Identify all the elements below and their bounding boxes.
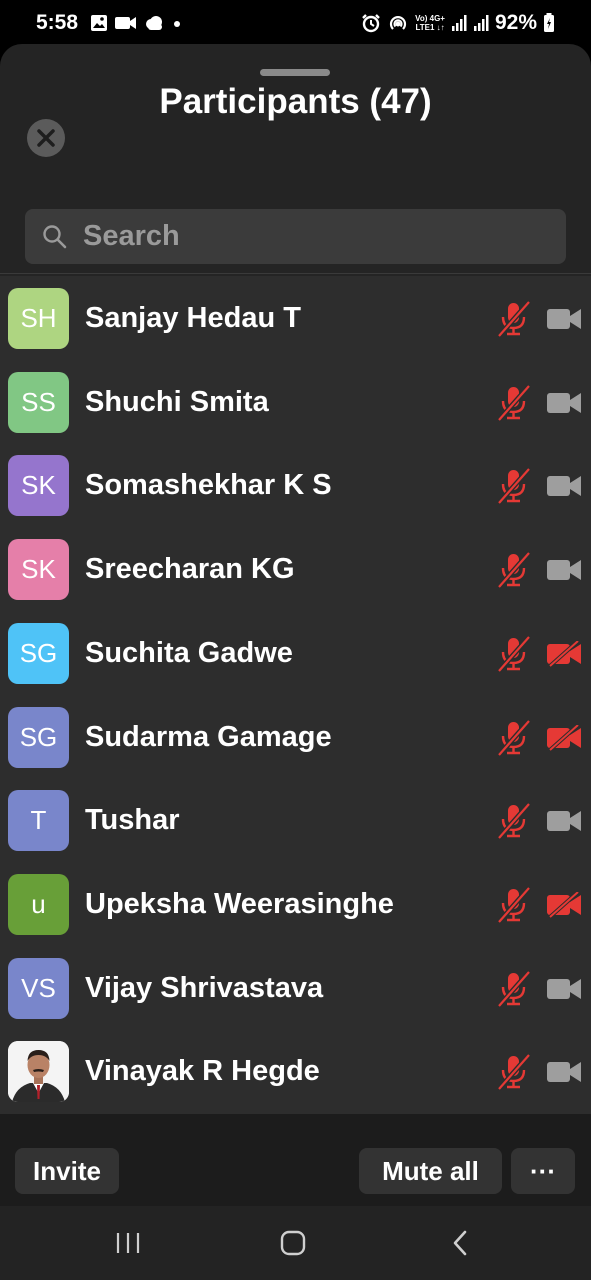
search-box[interactable] [25, 209, 566, 264]
battery-icon [544, 13, 554, 32]
close-button[interactable] [27, 119, 65, 157]
avatar: SK [8, 455, 69, 517]
participant-row[interactable]: u Upeksha Weerasinghe [0, 862, 591, 945]
video-icon [546, 976, 582, 1007]
drag-handle[interactable] [260, 69, 330, 76]
back-button[interactable] [440, 1228, 480, 1258]
participant-name: Vinayak R Hegde [85, 1055, 320, 1088]
weather-icon [146, 16, 162, 30]
muted-mic-icon [496, 300, 532, 343]
video-icon [546, 808, 582, 839]
video-icon [546, 1059, 582, 1090]
avatar: SK [8, 539, 69, 601]
muted-mic-icon [496, 886, 532, 929]
muted-mic-icon [496, 969, 532, 1013]
participant-name: Tushar [85, 804, 180, 837]
video-icon [546, 557, 582, 588]
avatar: u [8, 873, 69, 935]
participant-row[interactable]: SK Sreecharan KG [0, 527, 591, 610]
notification-icons [90, 14, 184, 32]
participant-row[interactable]: SK Somashekhar K S [0, 443, 591, 526]
avatar: SS [8, 371, 69, 433]
avatar: SG [8, 706, 69, 768]
video-off-icon [546, 890, 582, 923]
close-icon [37, 129, 55, 147]
home-button[interactable] [273, 1228, 313, 1258]
status-bar: 5:58 Vo) 4G+ LTE1 ↓↑ 92% [0, 0, 591, 44]
video-icon [546, 473, 582, 504]
dot-icon [174, 21, 180, 27]
muted-mic-icon [496, 384, 532, 427]
avatar: SH [8, 288, 69, 349]
participant-row[interactable]: SH Sanjay Hedau T [0, 276, 591, 359]
home-icon [280, 1230, 306, 1256]
page-title: Participants (47) [159, 82, 432, 121]
participant-name: Sreecharan KG [85, 553, 295, 586]
participant-name: Somashekhar K S [85, 469, 332, 502]
muted-mic-icon [496, 802, 532, 845]
participant-row[interactable]: SG Suchita Gadwe [0, 611, 591, 694]
search-input[interactable] [83, 209, 543, 264]
video-icon [546, 390, 582, 421]
more-options-button[interactable]: ··· [511, 1148, 575, 1194]
avatar: VS [8, 957, 69, 1019]
muted-mic-icon [496, 551, 532, 594]
muted-mic-icon [496, 635, 532, 678]
video-off-icon [546, 639, 582, 672]
participant-row[interactable]: SS Shuchi Smita [0, 360, 591, 443]
battery-percent: 92% [494, 11, 537, 34]
participant-name: Shuchi Smita [85, 385, 269, 418]
status-time: 5:58 [36, 11, 79, 34]
system-nav-bar [0, 1206, 591, 1280]
divider [0, 273, 591, 274]
invite-button[interactable]: Invite [15, 1148, 119, 1194]
search-icon [43, 225, 67, 249]
participant-name: Upeksha Weerasinghe [85, 887, 394, 920]
mute-all-button[interactable]: Mute all [359, 1148, 502, 1194]
participant-row[interactable]: Vinayak R Hegde [0, 1029, 591, 1112]
signal-icon-1 [451, 15, 467, 31]
participants-sheet: Participants (47) SH Sanjay Hedau T SS Shuc… [0, 44, 591, 1206]
hotspot-icon [390, 16, 407, 30]
network-line-1: Vo) 4G+ [415, 14, 445, 23]
participant-name: Sudarma Gamage [85, 720, 332, 753]
muted-mic-icon [496, 1053, 532, 1096]
video-notification-icon [115, 17, 136, 29]
network-line-2: LTE1 ↓↑ [415, 23, 445, 32]
participant-row[interactable]: SG Sudarma Gamage [0, 695, 591, 778]
participant-row[interactable]: VS Vijay Shrivastava [0, 946, 591, 1029]
participant-list: SH Sanjay Hedau T SS Shuchi Smita SK Somashek… [0, 276, 591, 1114]
back-icon [453, 1230, 467, 1256]
participant-row[interactable]: T Tushar [0, 778, 591, 861]
avatar: SG [8, 622, 69, 684]
avatar: T [8, 790, 69, 852]
recents-button[interactable] [108, 1228, 148, 1258]
recents-icon [116, 1233, 140, 1253]
network-indicator: Vo) 4G+ LTE1 ↓↑ [415, 14, 445, 32]
participant-name: Sanjay Hedau T [85, 302, 301, 334]
action-bar: Invite Mute all ··· [0, 1114, 591, 1206]
alarm-icon [362, 14, 380, 33]
signal-icon-2 [473, 15, 489, 31]
muted-mic-icon [496, 467, 532, 510]
avatar-photo [8, 1041, 69, 1103]
muted-mic-icon [496, 718, 532, 762]
system-icons: Vo) 4G+ LTE1 ↓↑ 92% [361, 11, 555, 35]
video-icon [546, 306, 582, 337]
participant-name: Vijay Shrivastava [85, 971, 324, 1004]
video-off-icon [546, 723, 582, 756]
participant-name: Suchita Gadwe [85, 636, 293, 669]
gallery-icon [91, 15, 107, 31]
